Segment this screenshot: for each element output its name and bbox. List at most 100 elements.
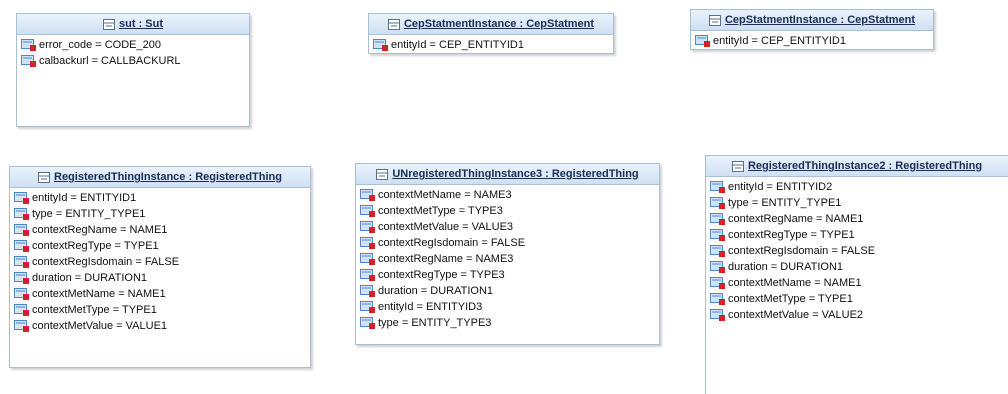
attribute-text: contextMetValue = VALUE2	[728, 309, 864, 321]
attribute-row[interactable]: type = ENTITY_TYPE1	[14, 206, 310, 222]
box-title: UNregisteredThingInstance3 : RegisteredT…	[392, 168, 639, 180]
attribute-slot-icon	[14, 304, 29, 316]
attribute-row[interactable]: type = ENTITY_TYPE1	[710, 195, 1008, 211]
class-instance-icon	[103, 18, 115, 30]
box-title: CepStatmentInstance : CepStatment	[724, 14, 916, 26]
attribute-row[interactable]: entityId = ENTITYID1	[14, 190, 310, 206]
attribute-row[interactable]: contextMetType = TYPE1	[14, 302, 310, 318]
attribute-row[interactable]: contextMetType = TYPE1	[710, 291, 1008, 307]
attribute-text: contextRegIsdomain = FALSE	[728, 245, 876, 257]
attribute-text: contextRegName = NAME1	[32, 224, 168, 236]
attribute-row[interactable]: contextMetName = NAME1	[710, 275, 1008, 291]
attribute-row[interactable]: error_code = CODE_200	[21, 37, 249, 53]
box-title: RegisteredThingInstance : RegisteredThin…	[54, 171, 282, 183]
attribute-text: contextMetName = NAME1	[728, 277, 862, 289]
attribute-slot-icon	[710, 245, 725, 257]
attribute-text: contextMetType = TYPE1	[32, 304, 157, 316]
attribute-slot-icon	[710, 277, 725, 289]
attribute-text: duration = DURATION1	[728, 261, 844, 273]
attribute-row[interactable]: duration = DURATION1	[360, 283, 659, 299]
box-header[interactable]: CepStatmentInstance : CepStatment	[369, 14, 613, 35]
attribute-text: type = ENTITY_TYPE1	[728, 197, 842, 209]
attribute-slot-icon	[710, 229, 725, 241]
attribute-row[interactable]: contextMetName = NAME1	[14, 286, 310, 302]
attribute-slot-icon	[373, 39, 388, 51]
attribute-slot-icon	[14, 192, 29, 204]
attribute-row[interactable]: contextRegName = NAME1	[710, 211, 1008, 227]
attribute-list: entityId = ENTITYID1 type = ENTITY_TYPE1…	[10, 188, 310, 334]
attribute-row[interactable]: contextMetValue = VALUE1	[14, 318, 310, 334]
attribute-text: entityId = CEP_ENTITYID1	[713, 35, 846, 47]
attribute-text: entityId = ENTITYID1	[32, 192, 137, 204]
attribute-slot-icon	[14, 272, 29, 284]
attribute-text: contextMetType = TYPE1	[728, 293, 853, 305]
attribute-text: contextMetType = TYPE3	[378, 205, 503, 217]
box-header[interactable]: RegisteredThingInstance2 : RegisteredThi…	[706, 156, 1008, 177]
attribute-row[interactable]: contextRegType = TYPE3	[360, 267, 659, 283]
attribute-row[interactable]: contextMetValue = VALUE3	[360, 219, 659, 235]
attribute-row[interactable]: entityId = CEP_ENTITYID1	[373, 37, 613, 53]
class-instance-icon	[387, 18, 400, 30]
instance-box-registeredthing-1[interactable]: RegisteredThingInstance : RegisteredThin…	[9, 166, 311, 368]
box-header[interactable]: CepStatmentInstance : CepStatment	[691, 10, 933, 31]
attribute-row[interactable]: contextMetValue = VALUE2	[710, 307, 1008, 323]
attribute-text: contextRegIsdomain = FALSE	[32, 256, 180, 268]
box-header[interactable]: UNregisteredThingInstance3 : RegisteredT…	[356, 164, 659, 185]
class-instance-icon	[376, 168, 389, 180]
instance-box-unregisteredthing-3[interactable]: UNregisteredThingInstance3 : RegisteredT…	[355, 163, 660, 345]
attribute-row[interactable]: contextRegType = TYPE1	[14, 238, 310, 254]
attribute-text: contextRegType = TYPE3	[378, 269, 505, 281]
class-instance-icon	[708, 14, 721, 26]
attribute-text: error_code = CODE_200	[39, 39, 161, 51]
box-header[interactable]: sut : Sut	[17, 14, 249, 35]
attribute-row[interactable]: contextRegName = NAME3	[360, 251, 659, 267]
instance-box-sut[interactable]: sut : Sut error_code = CODE_200 calbacku…	[16, 13, 250, 127]
attribute-text: duration = DURATION1	[378, 285, 494, 297]
box-title: sut : Sut	[119, 18, 163, 30]
attribute-slot-icon	[710, 261, 725, 273]
attribute-slot-icon	[21, 39, 36, 51]
class-instance-icon	[38, 171, 50, 183]
attribute-row[interactable]: contextRegIsdomain = FALSE	[360, 235, 659, 251]
attribute-slot-icon	[710, 293, 725, 305]
attribute-list: entityId = ENTITYID2 type = ENTITY_TYPE1…	[706, 177, 1008, 323]
attribute-row[interactable]: entityId = CEP_ENTITYID1	[695, 33, 933, 49]
attribute-slot-icon	[360, 237, 375, 249]
attribute-slot-icon	[14, 224, 29, 236]
attribute-row[interactable]: entityId = ENTITYID3	[360, 299, 659, 315]
attribute-row[interactable]: contextMetType = TYPE3	[360, 203, 659, 219]
attribute-row[interactable]: entityId = ENTITYID2	[710, 179, 1008, 195]
attribute-slot-icon	[360, 301, 375, 313]
instance-box-cepstatment-2[interactable]: CepStatmentInstance : CepStatment entity…	[690, 9, 934, 50]
attribute-text: type = ENTITY_TYPE1	[32, 208, 146, 220]
attribute-row[interactable]: contextRegIsdomain = FALSE	[710, 243, 1008, 259]
attribute-row[interactable]: duration = DURATION1	[14, 270, 310, 286]
attribute-slot-icon	[695, 35, 710, 47]
attribute-text: entityId = CEP_ENTITYID1	[391, 39, 524, 51]
attribute-text: entityId = ENTITYID2	[728, 181, 833, 193]
attribute-row[interactable]: calbackurl = CALLBACKURL	[21, 53, 249, 69]
attribute-slot-icon	[710, 197, 725, 209]
attribute-row[interactable]: type = ENTITY_TYPE3	[360, 315, 659, 331]
attribute-row[interactable]: duration = DURATION1	[710, 259, 1008, 275]
class-instance-icon	[731, 160, 744, 172]
instance-box-cepstatment-1[interactable]: CepStatmentInstance : CepStatment entity…	[368, 13, 614, 54]
attribute-slot-icon	[710, 181, 725, 193]
attribute-text: entityId = ENTITYID3	[378, 301, 483, 313]
attribute-row[interactable]: contextRegType = TYPE1	[710, 227, 1008, 243]
attribute-row[interactable]: contextMetName = NAME3	[360, 187, 659, 203]
attribute-slot-icon	[360, 269, 375, 281]
attribute-slot-icon	[360, 317, 375, 329]
attribute-text: contextRegType = TYPE1	[728, 229, 855, 241]
attribute-slot-icon	[14, 256, 29, 268]
attribute-slot-icon	[14, 288, 29, 300]
attribute-list: entityId = CEP_ENTITYID1	[369, 35, 613, 53]
attribute-row[interactable]: contextRegIsdomain = FALSE	[14, 254, 310, 270]
box-title: RegisteredThingInstance2 : RegisteredThi…	[747, 160, 983, 172]
box-header[interactable]: RegisteredThingInstance : RegisteredThin…	[10, 167, 310, 188]
attribute-text: contextRegType = TYPE1	[32, 240, 159, 252]
attribute-row[interactable]: contextRegName = NAME1	[14, 222, 310, 238]
box-title: CepStatmentInstance : CepStatment	[403, 18, 595, 30]
attribute-text: contextMetValue = VALUE3	[378, 221, 514, 233]
instance-box-registeredthing-2[interactable]: RegisteredThingInstance2 : RegisteredThi…	[705, 155, 1008, 394]
